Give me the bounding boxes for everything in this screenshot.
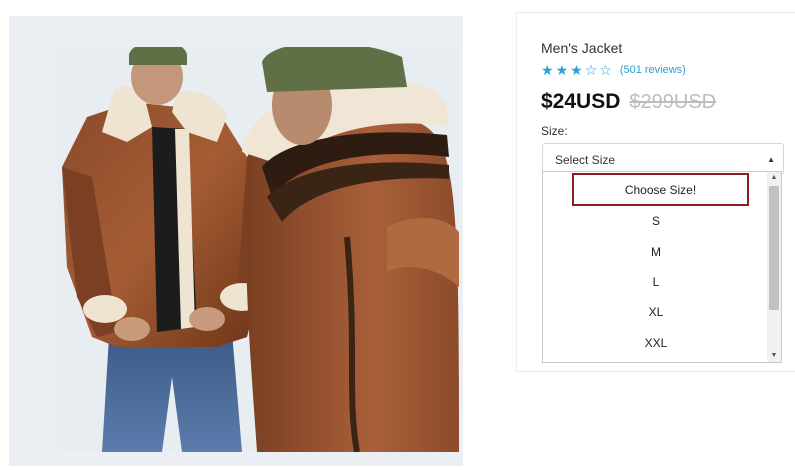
size-select-value: Select Size bbox=[555, 153, 616, 167]
size-options: Choose Size! S M L XL XXL bbox=[543, 172, 769, 358]
reviews-link[interactable]: (501 reviews) bbox=[620, 64, 686, 76]
star-filled-icon: ★ bbox=[570, 62, 583, 78]
scroll-up-arrow-icon[interactable]: ▲ bbox=[767, 172, 781, 184]
star-empty-icon: ☆ bbox=[599, 62, 612, 78]
size-option-s[interactable]: S bbox=[543, 206, 769, 236]
current-price: $24USD bbox=[541, 90, 621, 113]
size-dropdown-list[interactable]: Choose Size! S M L XL XXL ▲ ▼ bbox=[542, 171, 782, 363]
jacket-photo-illustration bbox=[57, 47, 459, 452]
size-option-l[interactable]: L bbox=[543, 267, 769, 297]
price-row: $24USD $299USD bbox=[541, 90, 716, 114]
size-label: Size: bbox=[541, 124, 568, 138]
size-option-xxl[interactable]: XXL bbox=[543, 328, 769, 358]
product-title: Men's Jacket bbox=[541, 40, 623, 56]
triangle-down-icon: ▲ bbox=[767, 155, 775, 164]
star-filled-icon: ★ bbox=[541, 62, 554, 78]
dropdown-scrollbar[interactable]: ▲ ▼ bbox=[767, 172, 781, 362]
product-photo[interactable] bbox=[57, 47, 459, 452]
product-rating: ★ ★ ★ ☆ ☆ (501 reviews) bbox=[541, 63, 686, 77]
size-option-xl[interactable]: XL bbox=[543, 297, 769, 327]
star-filled-icon: ★ bbox=[555, 62, 569, 78]
scroll-down-arrow-icon[interactable]: ▼ bbox=[767, 350, 781, 362]
size-option-choose[interactable]: Choose Size! bbox=[572, 173, 749, 206]
original-price: $299USD bbox=[629, 91, 717, 113]
product-image-frame bbox=[9, 16, 463, 466]
size-option-m[interactable]: M bbox=[543, 236, 769, 266]
scrollbar-thumb[interactable] bbox=[769, 186, 779, 310]
star-empty-icon: ☆ bbox=[584, 62, 598, 78]
